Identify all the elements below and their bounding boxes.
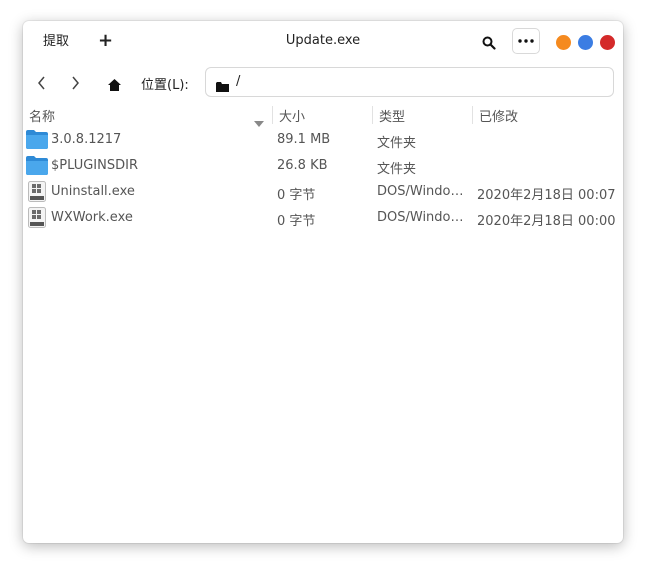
forward-icon[interactable] bbox=[70, 75, 80, 94]
file-name: $PLUGINSDIR bbox=[51, 158, 138, 173]
location-path: / bbox=[236, 74, 241, 89]
column-header: 名称 大小 类型 已修改 bbox=[23, 105, 623, 127]
close-button[interactable] bbox=[600, 35, 615, 50]
column-type[interactable]: 类型 bbox=[379, 106, 405, 125]
executable-icon bbox=[28, 207, 46, 232]
archive-manager-window: 提取 + Update.exe 位置(L): / 名称 大小 类型 已修改 3.… bbox=[23, 21, 623, 543]
file-type: 文件夹 bbox=[377, 162, 417, 177]
column-divider[interactable] bbox=[472, 106, 473, 124]
more-options-button[interactable] bbox=[512, 28, 540, 54]
extract-button[interactable]: 提取 bbox=[43, 32, 69, 52]
column-divider[interactable] bbox=[272, 106, 273, 124]
file-type: 文件夹 bbox=[377, 136, 417, 151]
folder-icon bbox=[216, 77, 229, 96]
file-type: DOS/Windo… bbox=[377, 184, 464, 199]
more-icon bbox=[518, 39, 534, 43]
column-divider[interactable] bbox=[372, 106, 373, 124]
file-name: 3.0.8.1217 bbox=[51, 132, 122, 147]
file-size: 0 字节 bbox=[277, 214, 316, 229]
file-name: WXWork.exe bbox=[51, 210, 133, 225]
navigation-bar: 位置(L): / bbox=[23, 65, 623, 101]
file-row[interactable]: WXWork.exe 0 字节 DOS/Windo… 2020年2月18日 00… bbox=[23, 205, 623, 231]
back-icon[interactable] bbox=[37, 75, 47, 94]
location-label: 位置(L): bbox=[141, 78, 189, 93]
window-title: Update.exe bbox=[285, 33, 361, 48]
maximize-button[interactable] bbox=[578, 35, 593, 50]
title-bar: 提取 + Update.exe bbox=[23, 21, 623, 63]
column-name[interactable]: 名称 bbox=[29, 106, 55, 125]
location-path-field[interactable]: / bbox=[205, 67, 614, 97]
column-size[interactable]: 大小 bbox=[279, 106, 305, 125]
folder-icon bbox=[26, 130, 48, 153]
file-row[interactable]: $PLUGINSDIR 26.8 KB 文件夹 bbox=[23, 153, 623, 179]
search-icon[interactable] bbox=[482, 35, 496, 54]
file-row[interactable]: 3.0.8.1217 89.1 MB 文件夹 bbox=[23, 127, 623, 153]
file-modified: 2020年2月18日 00:00 bbox=[477, 214, 616, 229]
file-size: 0 字节 bbox=[277, 188, 316, 203]
file-size: 89.1 MB bbox=[277, 132, 331, 147]
home-icon[interactable] bbox=[108, 76, 121, 95]
file-row[interactable]: Uninstall.exe 0 字节 DOS/Windo… 2020年2月18日… bbox=[23, 179, 623, 205]
file-modified: 2020年2月18日 00:07 bbox=[477, 188, 616, 203]
executable-icon bbox=[28, 181, 46, 206]
file-type: DOS/Windo… bbox=[377, 210, 464, 225]
add-button[interactable]: + bbox=[98, 31, 113, 51]
file-size: 26.8 KB bbox=[277, 158, 328, 173]
minimize-button[interactable] bbox=[556, 35, 571, 50]
folder-icon bbox=[26, 156, 48, 179]
file-name: Uninstall.exe bbox=[51, 184, 135, 199]
column-modified[interactable]: 已修改 bbox=[479, 106, 518, 125]
